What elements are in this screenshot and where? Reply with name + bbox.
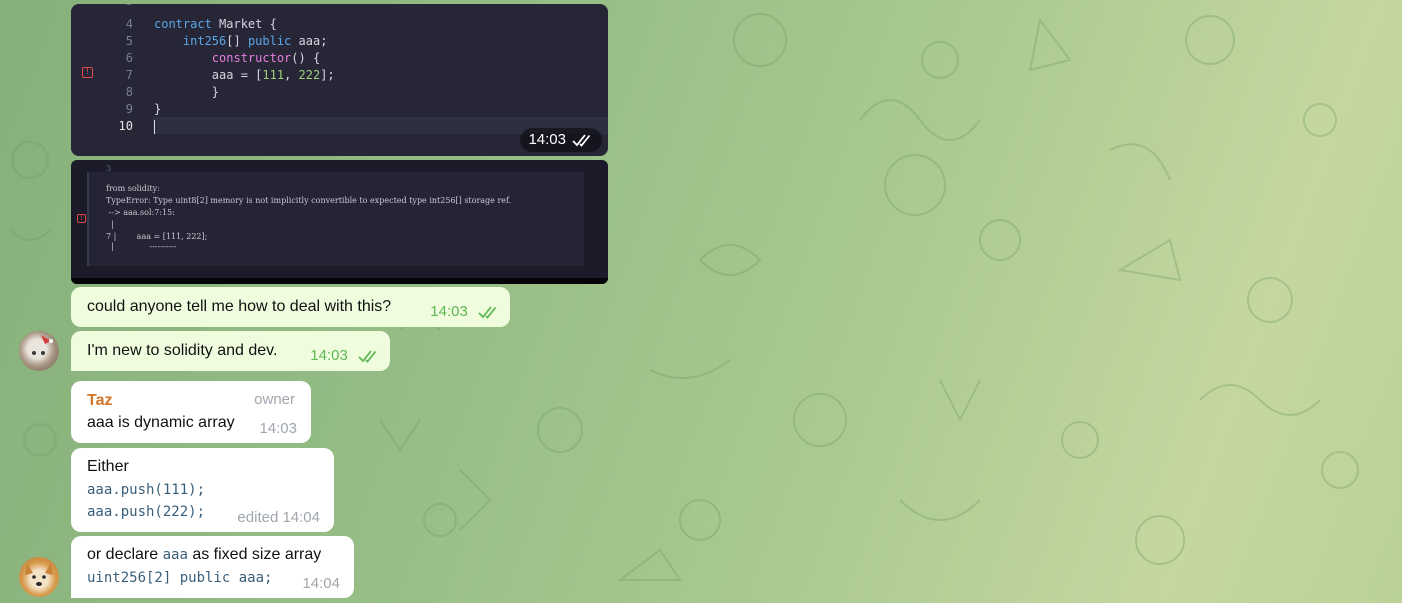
line-number: 9 bbox=[125, 102, 133, 116]
message-bubble-incoming[interactable]: or declare aaa as fixed size array uint2… bbox=[71, 536, 354, 598]
error-text-line: | bbox=[106, 220, 114, 229]
code-token: () { bbox=[291, 51, 321, 65]
code-token: Market { bbox=[219, 17, 277, 31]
image-time-text: 14:03 bbox=[528, 131, 566, 148]
code-token: , bbox=[284, 68, 299, 82]
code-token: constructor bbox=[154, 51, 292, 65]
message-bubble-incoming[interactable]: Taz owner aaa is dynamic array 14:03 bbox=[71, 381, 311, 443]
line-number: 6 bbox=[125, 51, 133, 65]
line-number: 8 bbox=[125, 85, 133, 99]
code-token: ]; bbox=[320, 68, 335, 82]
code-line: 9} bbox=[71, 102, 608, 119]
code-text: } bbox=[154, 85, 219, 99]
message-text: I'm new to solidity and dev. bbox=[87, 342, 278, 359]
code-token: 111 bbox=[262, 68, 285, 82]
error-screenshot-image[interactable]: 3 ! from solidity: TypeError: Type uint8[… bbox=[71, 160, 608, 284]
message-meta: 14:03 bbox=[430, 303, 500, 320]
code-text: aaa = [111, 222]; bbox=[154, 68, 335, 82]
code-token: } bbox=[154, 85, 220, 99]
text-cursor bbox=[154, 119, 155, 134]
message-time: 14:04 bbox=[302, 575, 340, 592]
message-text-part: as fixed size array bbox=[187, 546, 322, 563]
code-text: } bbox=[154, 102, 161, 116]
code-text bbox=[154, 119, 155, 134]
code-line: 6 constructor() { bbox=[71, 51, 608, 68]
double-check-icon bbox=[358, 350, 377, 363]
code-line: aaa.push(222); bbox=[87, 504, 206, 520]
error-text-line: TypeError: Type uint8[2] memory is not i… bbox=[106, 196, 512, 205]
line-number: 5 bbox=[125, 34, 133, 48]
sender-name[interactable]: Taz bbox=[87, 392, 112, 410]
message-text: could anyone tell me how to deal with th… bbox=[87, 298, 392, 315]
image-timestamp: 14:03 bbox=[520, 128, 602, 152]
code-line: 4 contract Market { bbox=[71, 17, 608, 34]
user-avatar-doge[interactable] bbox=[19, 557, 59, 597]
line-number: 4 bbox=[125, 17, 133, 31]
message-bubble-own[interactable]: could anyone tell me how to deal with th… bbox=[71, 287, 510, 327]
line-number: 7 bbox=[125, 68, 133, 82]
dog-avatar-icon bbox=[25, 563, 53, 586]
message-time: 14:03 bbox=[259, 420, 297, 437]
code-token: } bbox=[154, 102, 162, 116]
code-line: 5 int256[] public aaa; bbox=[71, 34, 608, 51]
message-time: edited 14:04 bbox=[237, 509, 320, 526]
message-bubble-own[interactable]: I'm new to solidity and dev. 14:03 bbox=[71, 331, 390, 371]
code-token: 222 bbox=[298, 68, 321, 82]
code-token: int256 bbox=[154, 34, 227, 48]
error-marker-icon: ! bbox=[77, 214, 86, 223]
image-bottom-edge bbox=[71, 278, 608, 284]
code-token: aaa; bbox=[291, 34, 328, 48]
message-bubble-incoming[interactable]: Either aaa.push(111); aaa.push(222); edi… bbox=[71, 448, 334, 532]
error-text-line: from solidity: bbox=[106, 184, 160, 193]
code-token: contract bbox=[154, 17, 220, 31]
sender-role-badge: owner bbox=[254, 391, 295, 408]
double-check-icon bbox=[478, 306, 497, 319]
code-line: 7 aaa = [111, 222]; bbox=[71, 68, 608, 85]
double-check-icon bbox=[572, 134, 591, 147]
message-time: 14:03 bbox=[430, 303, 468, 320]
message-text: Either bbox=[87, 458, 129, 475]
code-token: [] bbox=[226, 34, 248, 48]
error-text-line: --> aaa.sol:7:15: bbox=[106, 208, 175, 217]
code-screenshot-image[interactable]: 3 4contract Market {5 int256[] public aa… bbox=[71, 4, 608, 156]
message-time: 14:03 bbox=[310, 347, 348, 364]
user-avatar-cat[interactable] bbox=[19, 331, 59, 371]
code-token: public bbox=[247, 34, 292, 48]
code-token: aaa = [ bbox=[154, 68, 263, 82]
cat-avatar-icon bbox=[32, 335, 53, 355]
line-number: 10 bbox=[118, 119, 133, 133]
message-text: aaa is dynamic array bbox=[87, 414, 235, 431]
message-text-part: or declare bbox=[87, 546, 163, 563]
error-marker-icon: ! bbox=[82, 67, 93, 78]
code-text: constructor() { bbox=[154, 51, 320, 65]
message-meta: 14:03 bbox=[310, 347, 380, 364]
code-line: 8 } bbox=[71, 85, 608, 102]
message-text: or declare aaa as fixed size array bbox=[87, 546, 321, 564]
code-line: uint256[2] public aaa; bbox=[87, 570, 273, 586]
error-text-line: 7 | aaa = [111, 222]; bbox=[106, 232, 208, 241]
error-text-line: | ---------- bbox=[106, 242, 177, 251]
code-text: int256[] public aaa; bbox=[154, 34, 328, 48]
code-line: aaa.push(111); bbox=[87, 482, 206, 498]
inline-code: aaa bbox=[162, 547, 188, 563]
error-output-panel bbox=[87, 172, 584, 266]
code-text: contract Market { bbox=[154, 17, 277, 31]
